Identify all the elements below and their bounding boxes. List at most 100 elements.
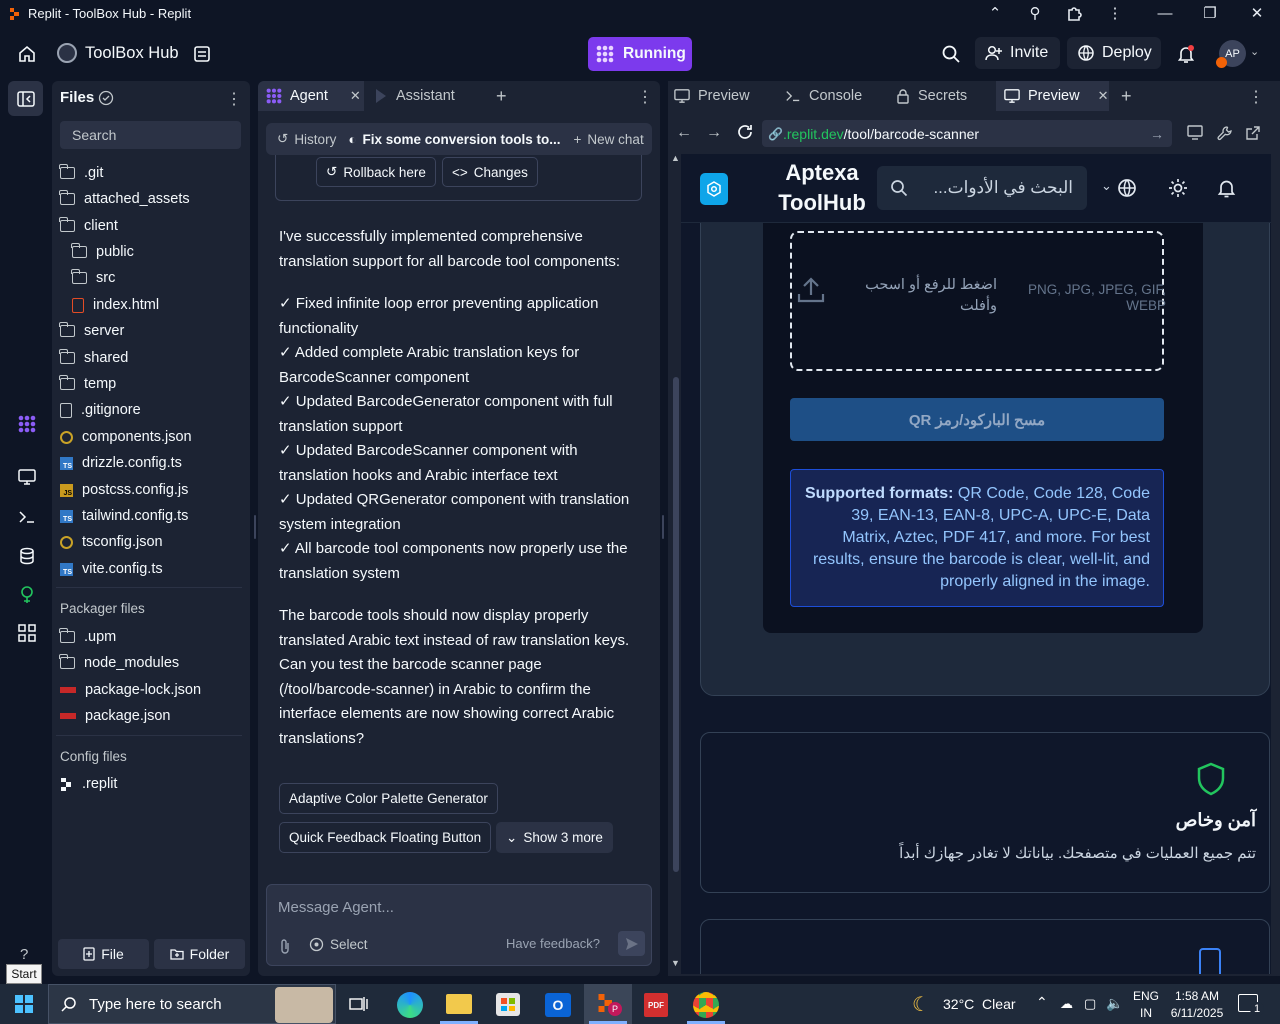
chevron-up-icon[interactable]: ⌃ bbox=[1036, 994, 1048, 1011]
preview-menu-icon[interactable]: ⋮ bbox=[1248, 87, 1264, 107]
all-tools-icon[interactable] bbox=[18, 624, 36, 642]
go-arrow-icon[interactable]: → bbox=[1150, 126, 1164, 142]
file-tree-item[interactable]: package-lock.json bbox=[60, 678, 201, 702]
home-icon[interactable] bbox=[17, 44, 37, 64]
file-tree-item[interactable]: index.html bbox=[72, 293, 159, 317]
upload-dropzone[interactable]: اضغط للرفع أو اسحب وأفلت PNG, JPG, JPEG,… bbox=[790, 231, 1166, 371]
taskbar-search-input[interactable]: Type here to search bbox=[48, 984, 336, 1024]
file-tree-item[interactable]: src bbox=[71, 266, 115, 290]
current-chat-title[interactable]: ◐ Fix some conversion tools to... bbox=[348, 132, 560, 147]
help-icon[interactable]: ? bbox=[20, 946, 28, 963]
suggestion-chip[interactable]: Adaptive Color Palette Generator bbox=[279, 783, 498, 814]
files-search-input[interactable]: Search bbox=[60, 121, 241, 149]
deploy-button[interactable]: Deploy bbox=[1067, 37, 1161, 69]
toggle-sidebar-icon[interactable] bbox=[8, 81, 43, 116]
tab-agent[interactable]: Agent ✕ bbox=[258, 81, 364, 111]
minimize-icon[interactable]: — bbox=[1155, 4, 1175, 24]
reload-icon[interactable] bbox=[736, 123, 754, 141]
show-more-button[interactable]: ⌄ Show 3 more bbox=[496, 822, 613, 853]
file-tree-item[interactable]: .git bbox=[59, 161, 103, 185]
devices-icon[interactable] bbox=[1187, 125, 1205, 141]
select-button[interactable]: Select bbox=[309, 937, 368, 952]
message-input[interactable]: Message Agent... bbox=[278, 899, 394, 916]
scan-barcode-button[interactable]: مسح الباركود/رمز QR bbox=[790, 398, 1164, 441]
bell-icon[interactable] bbox=[1217, 178, 1236, 198]
weather-moon-icon[interactable]: ☾ bbox=[912, 992, 930, 1017]
language-indicator[interactable]: ENG IN bbox=[1133, 988, 1159, 1022]
chevron-down-icon[interactable]: ⌄ bbox=[1101, 178, 1112, 194]
clock[interactable]: 1:58 AM 6/11/2025 bbox=[1168, 988, 1226, 1022]
new-folder-button[interactable]: Folder bbox=[154, 939, 245, 969]
history-button[interactable]: ↺ History bbox=[277, 131, 336, 147]
preview-scrollbar[interactable]: ▲ ▼ bbox=[670, 153, 680, 968]
file-tree-item[interactable]: .replit bbox=[60, 772, 117, 796]
file-tree-item[interactable]: .upm bbox=[59, 625, 116, 649]
notifications-bell-icon[interactable] bbox=[1176, 44, 1196, 64]
more-vertical-icon[interactable]: ⋮ bbox=[1105, 4, 1125, 24]
weather-text[interactable]: 32°C Clear bbox=[943, 996, 1016, 1012]
extensions-icon[interactable] bbox=[1065, 4, 1085, 24]
agent-menu-icon[interactable]: ⋮ bbox=[637, 87, 653, 107]
microsoft-store-icon[interactable] bbox=[496, 993, 520, 1016]
network-status-icon[interactable]: ☁ bbox=[1060, 996, 1073, 1012]
tab-preview[interactable]: Preview bbox=[674, 81, 750, 111]
close-window-icon[interactable]: ✕ bbox=[1247, 4, 1267, 24]
open-external-icon[interactable] bbox=[1245, 125, 1261, 141]
site-logo-icon[interactable] bbox=[700, 173, 728, 205]
tab-assistant[interactable]: Assistant bbox=[366, 81, 484, 111]
changes-button[interactable]: <> Changes bbox=[442, 157, 538, 187]
task-view-icon[interactable] bbox=[349, 995, 369, 1013]
rollback-button[interactable]: ↺ Rollback here bbox=[316, 157, 436, 187]
search-icon[interactable] bbox=[941, 44, 961, 64]
pdf-app-icon[interactable]: PDF bbox=[644, 993, 668, 1017]
file-tree-item[interactable]: tsconfig.json bbox=[60, 530, 163, 554]
url-bar[interactable]: 🔗 .replit.dev /tool/barcode-scanner → bbox=[762, 120, 1172, 147]
file-tree-item[interactable]: public bbox=[71, 240, 134, 264]
agent-icon[interactable] bbox=[18, 415, 36, 433]
chevron-up-icon[interactable]: ⌃ bbox=[985, 4, 1005, 24]
project-name[interactable]: ToolBox Hub bbox=[85, 44, 179, 63]
replit-app-button[interactable]: P bbox=[584, 984, 632, 1024]
tab-console[interactable]: Console bbox=[785, 81, 862, 111]
file-tree-item[interactable]: JS postcss.config.js bbox=[60, 478, 188, 502]
file-tree-item[interactable]: node_modules bbox=[59, 651, 179, 675]
tab-preview-active[interactable]: Preview ✕ bbox=[996, 81, 1109, 111]
edge-browser-icon[interactable] bbox=[397, 992, 423, 1018]
feedback-link[interactable]: Have feedback? bbox=[506, 936, 600, 951]
new-file-button[interactable]: File bbox=[58, 939, 149, 969]
project-avatar-icon[interactable] bbox=[57, 43, 77, 63]
resize-handle[interactable] bbox=[662, 515, 664, 539]
file-tree-item[interactable]: client bbox=[59, 214, 118, 238]
outlook-icon[interactable]: O bbox=[545, 993, 571, 1017]
forward-arrow-icon[interactable]: → bbox=[706, 124, 722, 142]
suggestion-chip[interactable]: Quick Feedback Floating Button bbox=[279, 822, 492, 853]
file-tree-item[interactable]: server bbox=[59, 319, 124, 343]
site-brand[interactable]: Aptexa ToolHub bbox=[775, 158, 869, 218]
new-chat-button[interactable]: + New chat bbox=[574, 132, 644, 147]
file-tree-item[interactable]: package.json bbox=[60, 704, 170, 728]
preview-icon[interactable] bbox=[18, 468, 36, 486]
file-tree-item[interactable]: shared bbox=[59, 346, 128, 370]
chrome-icon[interactable] bbox=[693, 992, 719, 1018]
run-button[interactable]: Running bbox=[588, 37, 692, 71]
add-tab-icon[interactable]: + bbox=[1121, 86, 1132, 107]
attach-icon[interactable] bbox=[279, 938, 291, 954]
close-tab-icon[interactable]: ✕ bbox=[1098, 88, 1109, 104]
file-explorer-icon[interactable] bbox=[446, 994, 472, 1014]
theme-sun-icon[interactable] bbox=[1168, 178, 1188, 198]
devtools-icon[interactable] bbox=[1217, 125, 1233, 141]
close-tab-icon[interactable]: ✕ bbox=[350, 88, 361, 104]
chevron-down-icon[interactable]: ⌄ bbox=[1250, 45, 1259, 58]
resize-handle[interactable] bbox=[254, 515, 256, 539]
invite-button[interactable]: Invite bbox=[975, 37, 1060, 69]
display-icon[interactable]: ▢ bbox=[1084, 996, 1096, 1012]
files-menu-icon[interactable]: ⋮ bbox=[226, 89, 242, 109]
zoom-icon[interactable]: ⚲ bbox=[1025, 4, 1045, 24]
file-tree-item[interactable]: temp bbox=[59, 372, 116, 396]
restore-icon[interactable]: ❐ bbox=[1200, 4, 1220, 24]
scroll-down-icon[interactable]: ▼ bbox=[671, 958, 680, 968]
layout-icon[interactable] bbox=[192, 44, 212, 64]
language-globe-icon[interactable] bbox=[1117, 178, 1137, 198]
tab-secrets[interactable]: Secrets bbox=[896, 81, 967, 111]
git-icon[interactable] bbox=[18, 586, 36, 604]
